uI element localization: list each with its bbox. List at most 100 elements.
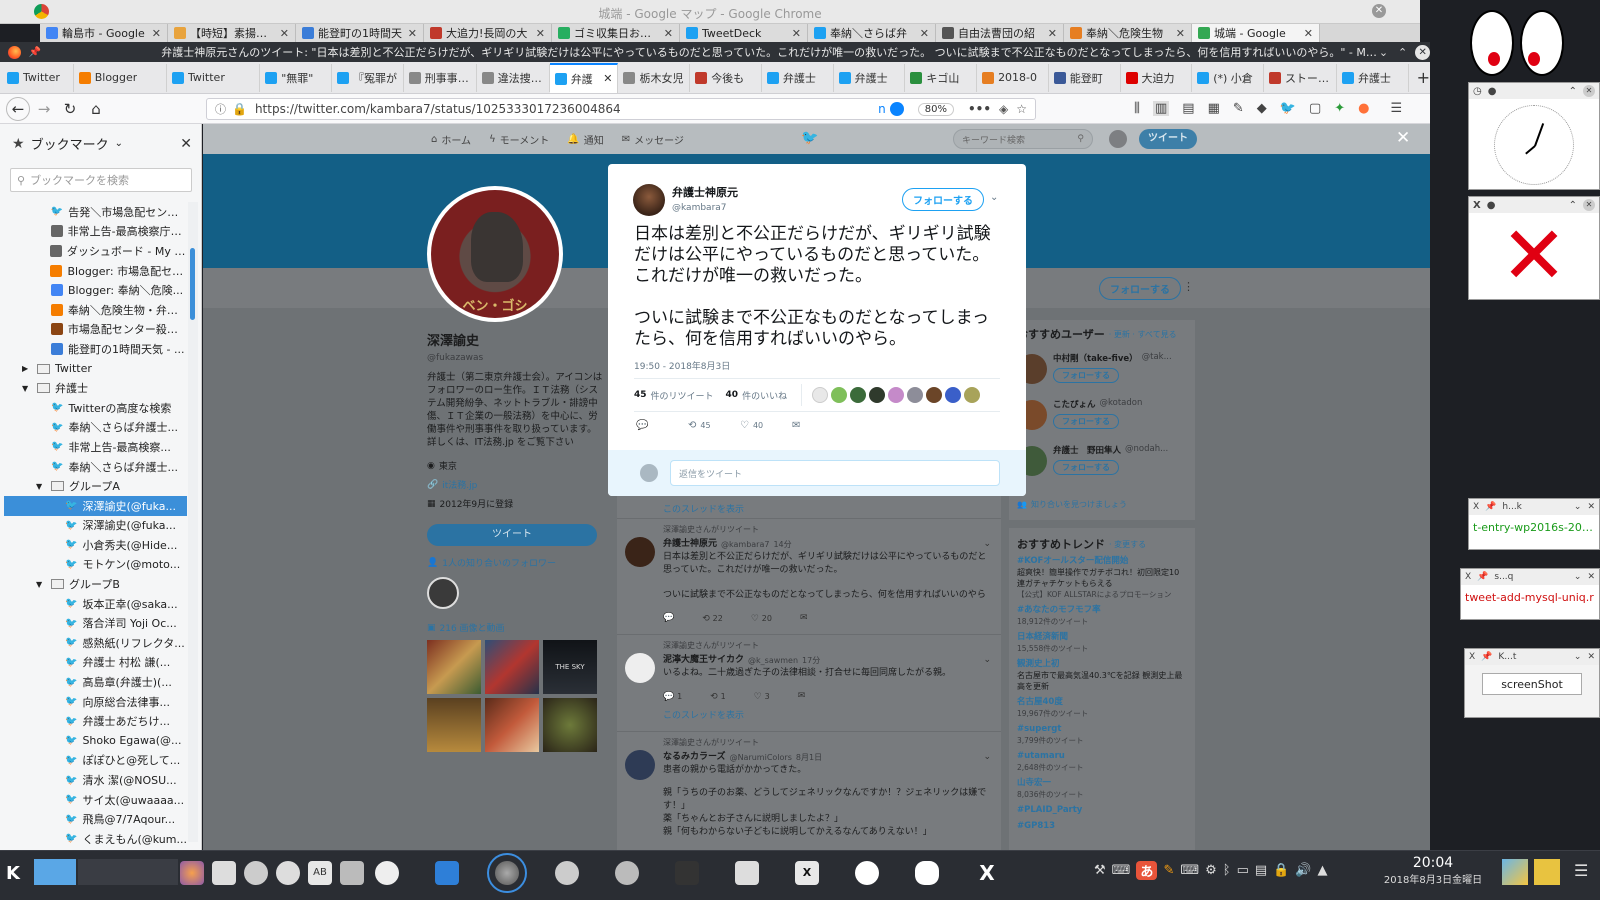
firefox-tab[interactable]: 『冤罪が: [332, 63, 404, 92]
eyes-widget[interactable]: [1470, 10, 1600, 80]
chrome-task-icon[interactable]: [435, 861, 459, 885]
chrome-tab[interactable]: ゴミ収集日お知ら ✕: [552, 24, 680, 42]
volume-icon[interactable]: 🔊: [1295, 863, 1311, 878]
bookmark-item[interactable]: 🐦 モトケン(@moto...: [4, 555, 187, 575]
bookmark-item[interactable]: 🐦 感熱紙(リフレクタ...: [4, 633, 187, 653]
trend-tag[interactable]: 名古屋40度: [1017, 697, 1187, 708]
extension-badge[interactable]: n: [878, 102, 886, 116]
chrome-tab[interactable]: 大追力!長岡の大 ✕: [424, 24, 552, 42]
swirl-window-icon[interactable]: [555, 861, 579, 885]
dm-icon[interactable]: ✉: [800, 612, 808, 626]
tweet-time[interactable]: 14分: [773, 538, 791, 551]
pin-icon[interactable]: 📌: [1485, 502, 1496, 512]
tab-close-icon[interactable]: ✕: [1048, 27, 1057, 40]
twitter-search-input[interactable]: キーワード検索 ⚲: [953, 129, 1093, 149]
twitter-extension-icon[interactable]: 🐦: [1280, 101, 1296, 116]
suggested-user[interactable]: こたぴょん @kotadon フォローする: [1009, 394, 1195, 440]
edit-icon[interactable]: ✎: [1233, 101, 1244, 116]
bookmark-item[interactable]: 🐦 くまえもん(@kum...: [4, 829, 187, 849]
trend-tag[interactable]: #KOFオールスター配信開始: [1017, 556, 1187, 567]
window-close-button[interactable]: ✕: [1415, 44, 1430, 60]
bookmark-item[interactable]: 🐦 告発＼市場急配センタ...: [4, 202, 187, 222]
trend-tag[interactable]: #utamaru: [1017, 751, 1187, 762]
chevron-down-icon[interactable]: ⌄: [990, 192, 998, 203]
trend-tag[interactable]: #PLAID_Party: [1017, 805, 1187, 816]
tweet-time[interactable]: 8月1日: [796, 751, 822, 764]
nav-notifications[interactable]: 🔔 通知: [567, 132, 603, 147]
profile-handle[interactable]: @fukazawas: [427, 353, 603, 363]
menu-icon[interactable]: ☰: [1574, 861, 1588, 880]
bookmark-item[interactable]: 非常上告-最高検察庁御...: [4, 222, 187, 242]
tray-window-icon[interactable]: [735, 861, 759, 885]
pin-icon[interactable]: 📌: [1477, 572, 1488, 582]
liker-avatar[interactable]: [945, 387, 962, 403]
info-icon[interactable]: ⓘ: [215, 101, 226, 117]
thread-link[interactable]: このスレッドを表示: [663, 502, 744, 515]
firefox-tab[interactable]: 弁護 ✕: [549, 62, 619, 93]
tweet-time[interactable]: 17分: [802, 654, 820, 667]
expand-arrow-icon[interactable]: ▼: [36, 482, 46, 491]
firefox-tab[interactable]: 弁護士: [834, 63, 906, 92]
bookmark-star-icon[interactable]: ☆: [1016, 102, 1027, 116]
chevron-up-icon[interactable]: ⌃: [1569, 86, 1577, 97]
ime-indicator[interactable]: あ: [1136, 861, 1158, 880]
display-icon[interactable]: ▭: [1237, 863, 1249, 878]
note-widget-2[interactable]: X 📌 s...q ⌄ ✕ tweet-add-mysql-uniq.r: [1460, 568, 1600, 620]
trend-item[interactable]: #KOFオールスター配信開始 超爽快！簡単操作でガチボコれ！初回限定10連ガチャチ…: [1017, 556, 1187, 600]
reload-button[interactable]: ↻: [58, 97, 82, 121]
bookmark-item[interactable]: ダッシュボード - My Pro...: [4, 241, 187, 261]
liker-avatar[interactable]: [926, 387, 943, 403]
media-thumb[interactable]: [427, 698, 481, 752]
clock-task-icon[interactable]: [375, 861, 399, 885]
chevron-down-icon[interactable]: ⌄: [983, 751, 991, 764]
find-friends[interactable]: 知り合いを見つけましょう: [1031, 499, 1127, 510]
twitter-bird-icon[interactable]: 🐦: [801, 130, 818, 146]
timeline-tweet[interactable]: 深澤諭史さんがリツイート 弁護士神原元 @kambara7 14分 ⌄ 日本は差別と不公正…: [617, 518, 1001, 634]
screenshot-button[interactable]: screenShot: [1482, 673, 1582, 695]
profile-avatar[interactable]: ベン・ゴシ: [427, 186, 563, 322]
tab-close-icon[interactable]: ✕: [152, 27, 161, 40]
kde-menu-icon[interactable]: K: [6, 863, 20, 884]
user-handle[interactable]: @tak...: [1142, 352, 1172, 364]
like-button[interactable]: ♡ 3: [754, 690, 770, 704]
sidebar-scrollbar[interactable]: [188, 202, 198, 842]
trend-item[interactable]: #supergt 3,799件のツイート: [1017, 724, 1187, 746]
retweet-button[interactable]: ⟲ 45: [688, 420, 740, 431]
close-icon[interactable]: ✕: [1587, 652, 1595, 662]
user-follow-button[interactable]: フォローする: [1053, 460, 1119, 475]
firefox-window-icon[interactable]: [487, 853, 527, 893]
user-name[interactable]: 中村剛（take-five）: [1053, 352, 1138, 364]
media-thumb[interactable]: [543, 698, 597, 752]
like-button[interactable]: ♡ 20: [751, 612, 772, 626]
pin-icon[interactable]: ●: [1487, 200, 1496, 211]
tab-close-icon[interactable]: ✕: [1176, 27, 1185, 40]
pocket-icon[interactable]: ◈: [999, 102, 1008, 116]
sidebar-title[interactable]: ブックマーク: [31, 134, 109, 153]
retweet-count[interactable]: 45: [634, 390, 647, 400]
bookmark-item[interactable]: 🐦 深澤諭史(@fuka...: [4, 516, 187, 536]
timeline-tweet[interactable]: 深澤諭史さんがリツイート なるみカラーズ @NarumiColors 8月1日 ⌄ 患者の…: [617, 731, 1001, 847]
modal-follow-button[interactable]: フォローする: [902, 188, 984, 211]
trend-item[interactable]: 山寺宏一 8,036件のツイート: [1017, 778, 1187, 800]
reply-button[interactable]: 💬 1: [663, 690, 682, 704]
bookmark-item[interactable]: Blogger: 市場急配セン...: [4, 261, 187, 281]
suggested-user[interactable]: 弁護士 野田隼人 @nodah... フォローする: [1009, 440, 1195, 486]
refresh-window-icon[interactable]: [615, 861, 639, 885]
bookmark-folder[interactable]: ▼ 弁護士: [4, 378, 187, 398]
desktop-thumb-1[interactable]: [1502, 859, 1528, 885]
user-handle[interactable]: @nodah...: [1125, 444, 1168, 456]
clock[interactable]: 20:04 2018年8月3日金曜日: [1378, 855, 1488, 886]
chrome-tab[interactable]: 能登町の1時間天 ✕: [296, 24, 424, 42]
firefox-tab[interactable]: 能登町: [1049, 63, 1121, 92]
tweet-author[interactable]: 泥濘大魔王サイカク: [663, 654, 744, 667]
bookmark-item[interactable]: 🐦 Twitterの高度な検索: [4, 398, 187, 418]
firefox-tab[interactable]: Twitter: [167, 63, 261, 92]
firefox-tab[interactable]: 大迫力: [1121, 63, 1193, 92]
header-tweet-button[interactable]: ツイート: [1139, 129, 1197, 149]
trend-tag[interactable]: 山寺宏一: [1017, 778, 1187, 789]
my-avatar[interactable]: [1109, 130, 1127, 148]
profile-tweet-button[interactable]: ツイート: [427, 524, 597, 546]
like-count[interactable]: 40: [726, 390, 739, 400]
bookmark-item[interactable]: 🐦 高島章(弁護士)(...: [4, 672, 187, 692]
minimize-button[interactable]: ⌄: [1379, 46, 1388, 59]
